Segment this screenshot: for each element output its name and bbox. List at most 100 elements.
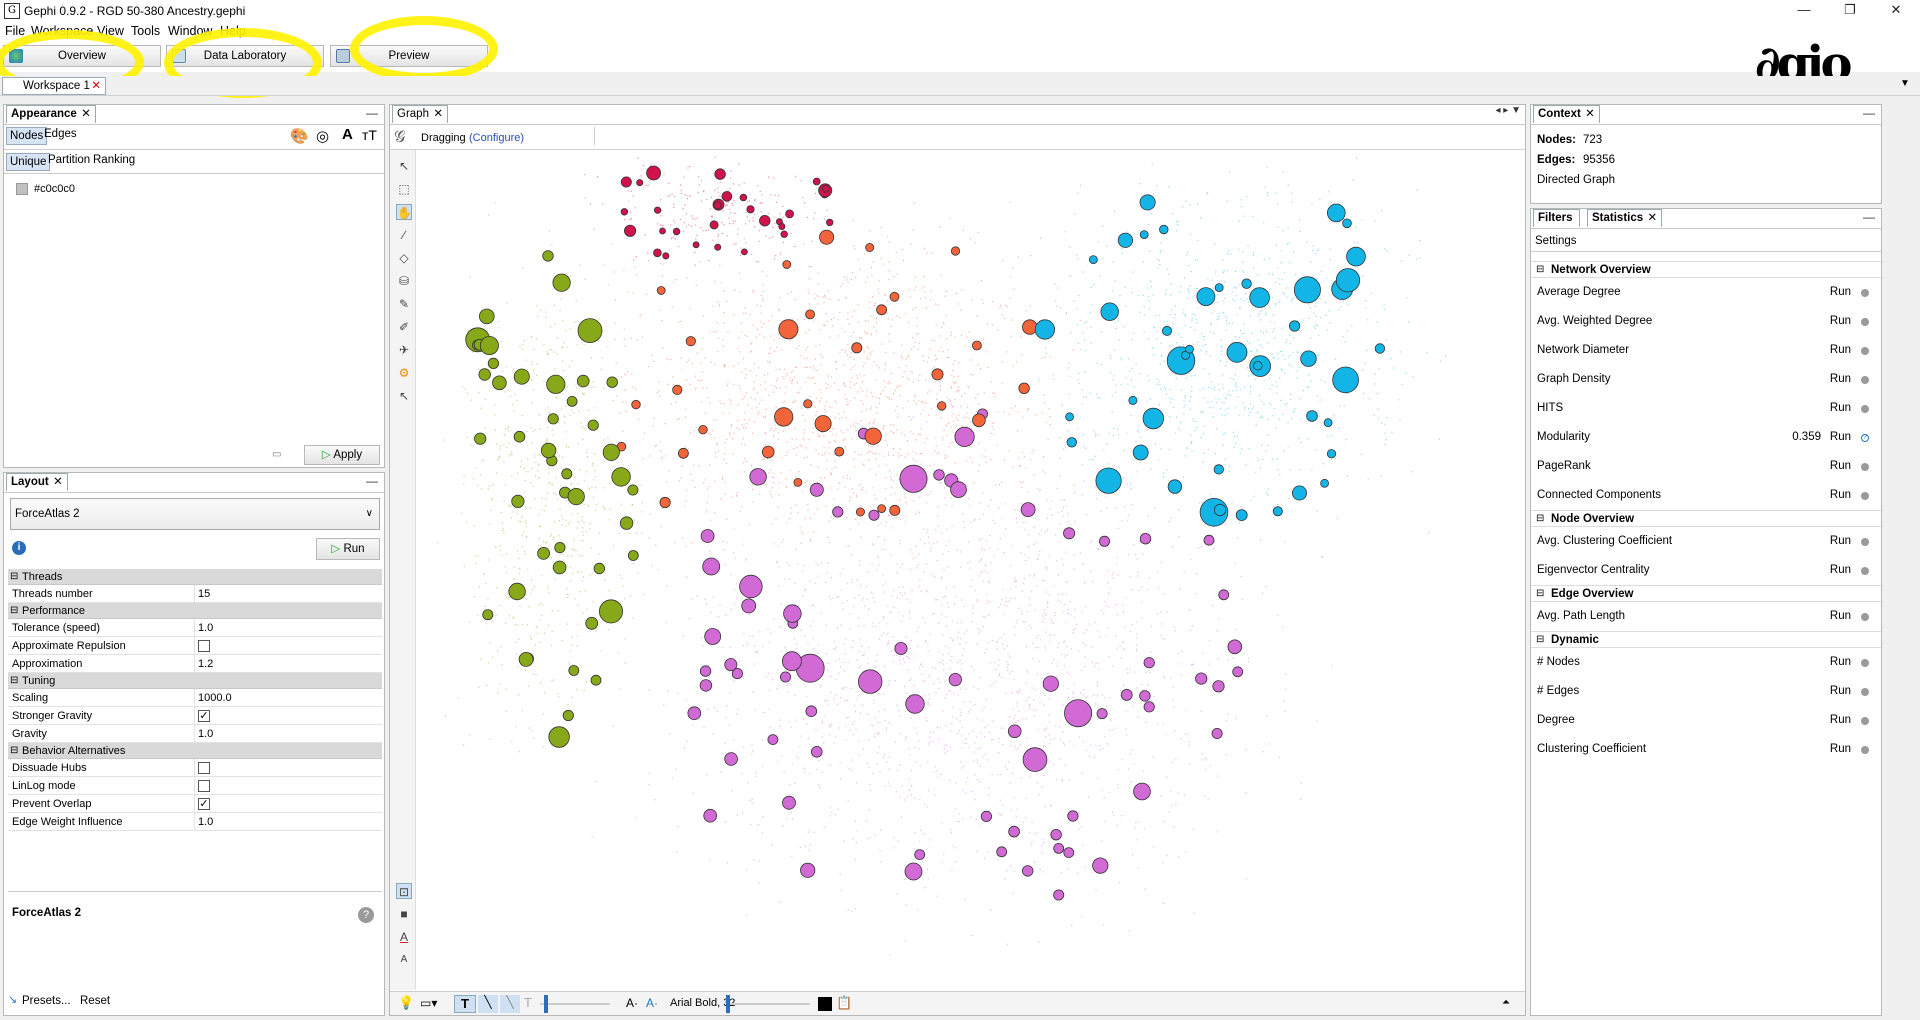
section-header[interactable]: Behavior Alternatives: [8, 743, 382, 759]
property-value[interactable]: 1.2: [194, 655, 354, 673]
section-header[interactable]: Tuning: [8, 673, 382, 689]
run-button[interactable]: Run: [1830, 423, 1851, 452]
run-button[interactable]: Run: [1830, 527, 1851, 556]
configure-link[interactable]: (Configure): [469, 132, 524, 144]
run-button[interactable]: Run: [1830, 278, 1851, 307]
tab-context[interactable]: Context ✕: [1533, 105, 1600, 123]
apply-button[interactable]: ▷ Apply: [304, 445, 380, 465]
run-button[interactable]: Run: [1830, 481, 1851, 510]
lightbulb-icon[interactable]: 💡: [398, 995, 414, 1011]
font-decrease-icon[interactable]: A·: [626, 996, 638, 1010]
property-value[interactable]: 15: [194, 585, 354, 603]
diamond-icon[interactable]: ◇: [396, 250, 412, 266]
run-button[interactable]: Run: [1830, 556, 1851, 585]
help-icon[interactable]: ?: [358, 907, 374, 923]
close-icon[interactable]: ✕: [1648, 210, 1658, 227]
section-header[interactable]: Threads: [8, 569, 382, 585]
property-value[interactable]: 1.0: [194, 725, 354, 743]
reset-link[interactable]: Reset: [80, 995, 110, 1007]
tab-graph[interactable]: Graph ✕: [392, 105, 448, 123]
tab-statistics[interactable]: Statistics ✕: [1587, 209, 1663, 227]
run-button[interactable]: Run: [1830, 307, 1851, 336]
minimize-panel-icon[interactable]: —: [1863, 106, 1875, 120]
label-color-swatch[interactable]: [818, 997, 832, 1011]
stats-group-header[interactable]: Edge Overview: [1531, 585, 1881, 602]
checkbox[interactable]: [194, 637, 354, 655]
property-value[interactable]: 1.0: [194, 813, 354, 831]
background-color-icon[interactable]: ■: [396, 906, 412, 922]
label-size-icon[interactable]: тТ: [362, 127, 377, 143]
options-icon[interactable]: ▭: [272, 449, 281, 460]
run-button[interactable]: Run: [1830, 365, 1851, 394]
menu-tools[interactable]: Tools: [131, 24, 160, 38]
clipboard-icon[interactable]: 📋: [836, 995, 852, 1011]
checkbox[interactable]: ✓: [194, 707, 354, 725]
palette-icon[interactable]: 🎨: [290, 127, 309, 145]
run-button[interactable]: Run: [1830, 706, 1851, 735]
gear-icon[interactable]: ⚙: [396, 365, 412, 381]
label-color-icon[interactable]: A: [396, 929, 412, 945]
tab-appearance[interactable]: Appearance ✕: [6, 105, 96, 123]
property-value[interactable]: 1.0: [194, 619, 354, 637]
settings-link[interactable]: Settings: [1535, 235, 1577, 247]
tab-nodes[interactable]: Nodes: [6, 127, 48, 145]
run-button[interactable]: Run: [1830, 336, 1851, 365]
edge-scale-slider[interactable]: [540, 1003, 610, 1005]
tab-layout[interactable]: Layout ✕: [6, 473, 68, 491]
tab-edges[interactable]: Edges: [44, 128, 77, 140]
tab-partition[interactable]: Partition: [48, 154, 90, 166]
run-button[interactable]: Run: [1830, 452, 1851, 481]
size-icon[interactable]: ◎: [316, 127, 329, 145]
workspace-tab[interactable]: Workspace 1 ✕: [2, 77, 106, 95]
checkbox[interactable]: [194, 777, 354, 795]
maximize-button[interactable]: ❐: [1827, 0, 1873, 22]
color-bucket-icon[interactable]: ⛁: [396, 273, 412, 289]
minimize-panel-icon[interactable]: —: [1863, 210, 1875, 224]
pencil-icon[interactable]: ✎: [396, 296, 412, 312]
color-swatch[interactable]: [16, 183, 28, 195]
stats-group-header[interactable]: Network Overview: [1531, 261, 1881, 278]
minimize-panel-icon[interactable]: —: [366, 106, 378, 120]
label-size-icon[interactable]: A: [396, 952, 412, 968]
font-color-icon[interactable]: A·: [646, 996, 658, 1010]
minimize-panel-icon[interactable]: —: [366, 474, 378, 488]
run-button[interactable]: Run: [1830, 394, 1851, 423]
screenshot-icon[interactable]: ▭▾: [420, 996, 437, 1010]
run-button[interactable]: Run: [1830, 735, 1851, 764]
dropdown-arrow-icon[interactable]: ▼: [1900, 78, 1910, 89]
tab-unique[interactable]: Unique: [6, 153, 51, 171]
center-graph-icon[interactable]: ⊡: [396, 883, 412, 899]
run-button[interactable]: Run: [1830, 602, 1851, 631]
presets-link[interactable]: Presets...: [22, 995, 71, 1007]
layout-algorithm-select[interactable]: ForceAtlas 2 ∨: [10, 498, 380, 530]
network-graph-canvas[interactable]: [417, 151, 1525, 989]
plane-icon[interactable]: ✈: [396, 342, 412, 358]
brush-icon[interactable]: ∕: [396, 227, 412, 243]
pointer-icon[interactable]: ↖: [396, 158, 412, 174]
pointer-help-icon[interactable]: ↖: [396, 388, 412, 404]
expand-icon[interactable]: ⏶: [1502, 997, 1510, 1008]
close-icon[interactable]: ✕: [433, 106, 443, 123]
text-icon[interactable]: T: [524, 995, 532, 1010]
tab-nav-icons[interactable]: ◂ ▸ ▼: [1496, 105, 1522, 116]
section-header[interactable]: Performance: [8, 603, 382, 619]
tab-ranking[interactable]: Ranking: [93, 154, 135, 166]
stats-group-header[interactable]: Dynamic: [1531, 631, 1881, 648]
property-value[interactable]: 1000.0: [194, 689, 354, 707]
run-button[interactable]: Run: [1830, 648, 1851, 677]
close-icon[interactable]: ✕: [91, 78, 101, 94]
label-color-icon[interactable]: A: [342, 126, 353, 143]
edge-pencil-icon[interactable]: ✐: [396, 319, 412, 335]
close-icon[interactable]: ✕: [1585, 106, 1595, 123]
edge-label-icon[interactable]: ╲: [500, 995, 520, 1013]
tab-filters[interactable]: Filters: [1533, 209, 1580, 227]
edge-icon[interactable]: ╲: [478, 995, 498, 1013]
stats-group-header[interactable]: Node Overview: [1531, 510, 1881, 527]
minimize-button[interactable]: —: [1781, 0, 1827, 22]
close-window-button[interactable]: ✕: [1873, 0, 1919, 22]
close-icon[interactable]: ✕: [81, 106, 91, 123]
run-button[interactable]: Run: [1830, 677, 1851, 706]
drag-hand-icon[interactable]: ✋: [396, 204, 412, 220]
slider-thumb[interactable]: [544, 995, 548, 1013]
checkbox[interactable]: ✓: [194, 795, 354, 813]
